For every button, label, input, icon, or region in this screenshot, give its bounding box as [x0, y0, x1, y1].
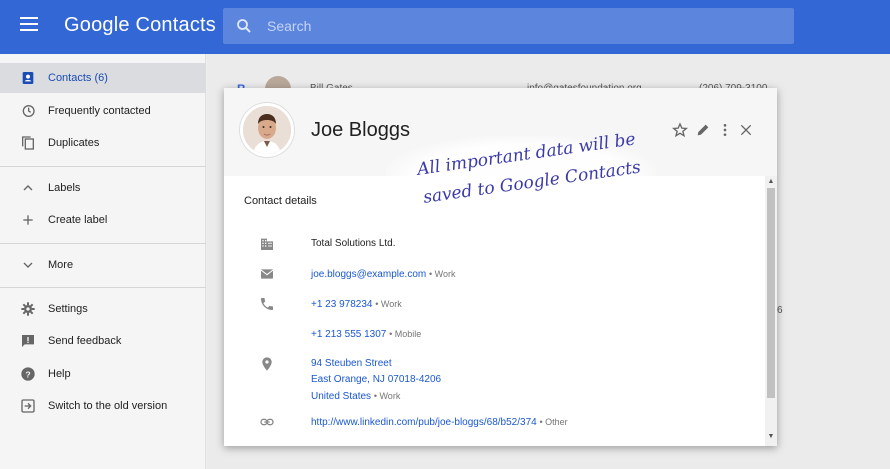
- search-icon: [237, 19, 251, 33]
- scrollbar-thumb[interactable]: [767, 188, 775, 398]
- phone-type: • Mobile: [389, 329, 422, 339]
- sidebar: Contacts (6) Frequently contacted Duplic…: [0, 54, 206, 469]
- sidebar-item-labels[interactable]: Labels: [0, 173, 206, 203]
- company-name: Total Solutions Ltd.: [311, 238, 396, 249]
- plus-icon: [23, 215, 33, 225]
- chevron-up-icon: [23, 185, 33, 191]
- email-icon: [260, 269, 274, 279]
- sidebar-item-label: Contacts (6): [48, 72, 108, 84]
- contacts-icon: [22, 72, 34, 84]
- gear-icon: [21, 302, 35, 316]
- star-icon[interactable]: [672, 122, 688, 138]
- domain-icon: [261, 238, 273, 250]
- address-line[interactable]: East Orange, NJ 07018-4206: [311, 374, 441, 385]
- sidebar-item-label: Labels: [48, 182, 81, 194]
- phone-icon: [261, 298, 273, 310]
- sidebar-item-label: Duplicates: [48, 137, 100, 149]
- search-box[interactable]: [223, 8, 794, 44]
- feedback-icon: [22, 335, 34, 347]
- history-icon: [22, 105, 35, 117]
- website-type: • Other: [539, 417, 568, 427]
- search-input[interactable]: [267, 8, 767, 44]
- address-type: • Work: [373, 391, 401, 401]
- sidebar-divider: [0, 166, 206, 167]
- avatar: [240, 103, 294, 157]
- svg-text:?: ?: [25, 369, 30, 379]
- sidebar-item-settings[interactable]: Settings: [0, 294, 206, 324]
- sidebar-item-contacts[interactable]: Contacts (6): [0, 63, 206, 93]
- email-link[interactable]: joe.bloggs@example.com: [311, 269, 426, 280]
- sidebar-divider: [0, 243, 206, 244]
- address-block[interactable]: 94 Steuben Street East Orange, NJ 07018-…: [311, 356, 441, 405]
- exit-icon: [21, 399, 35, 413]
- sidebar-item-label: More: [48, 259, 74, 271]
- sidebar-item-label: Switch to the old version: [48, 400, 168, 412]
- menu-icon[interactable]: [20, 17, 38, 31]
- scroll-down-icon[interactable]: ▼: [767, 433, 775, 441]
- scroll-up-icon[interactable]: ▲: [767, 178, 775, 186]
- website-link[interactable]: http://www.linkedin.com/pub/joe-bloggs/6…: [311, 417, 537, 428]
- sidebar-item-more[interactable]: More: [0, 250, 206, 280]
- sidebar-item-label: Frequently contacted: [48, 105, 151, 117]
- top-app-bar: Google Contacts: [0, 0, 890, 54]
- section-title: Contact details: [244, 195, 317, 207]
- list-item-partial: 6: [777, 305, 783, 316]
- address-line[interactable]: United States: [311, 391, 371, 402]
- app-title: Google Contacts: [64, 14, 216, 36]
- sidebar-item-create-label[interactable]: Create label: [0, 205, 206, 235]
- sidebar-item-label: Settings: [48, 303, 88, 315]
- chevron-down-icon: [23, 262, 33, 268]
- phone-link-work[interactable]: +1 23 978234: [311, 299, 372, 310]
- phone-link-mobile[interactable]: +1 213 555 1307: [311, 329, 386, 340]
- link-icon: [260, 418, 274, 426]
- sidebar-item-label: Help: [48, 368, 71, 380]
- phone-type: • Work: [375, 299, 402, 309]
- sidebar-divider: [0, 287, 206, 288]
- sidebar-item-duplicates[interactable]: Duplicates: [0, 128, 206, 158]
- sidebar-item-switch-old-version[interactable]: Switch to the old version: [0, 391, 206, 421]
- duplicates-icon: [22, 136, 34, 150]
- sidebar-item-frequently-contacted[interactable]: Frequently contacted: [0, 96, 206, 126]
- handwritten-annotation: All important data will be saved to Goog…: [386, 129, 656, 218]
- close-icon[interactable]: [738, 122, 754, 138]
- email-type: • Work: [429, 269, 456, 279]
- edit-icon[interactable]: [695, 122, 711, 138]
- address-line[interactable]: 94 Steuben Street: [311, 358, 392, 369]
- more-vert-icon[interactable]: [717, 122, 733, 138]
- sidebar-item-label: Create label: [48, 214, 108, 226]
- help-icon: ?: [21, 367, 35, 381]
- sidebar-item-send-feedback[interactable]: Send feedback: [0, 326, 206, 356]
- sidebar-item-label: Send feedback: [48, 335, 122, 347]
- sidebar-item-help[interactable]: ? Help: [0, 359, 206, 389]
- location-pin-icon: [262, 357, 272, 371]
